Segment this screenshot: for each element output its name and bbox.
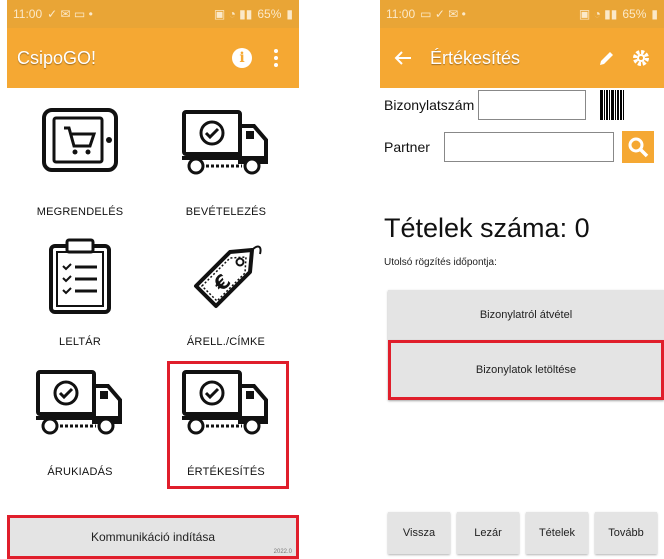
- partner-row: Partner: [384, 131, 654, 163]
- truck-check-icon: [36, 370, 122, 435]
- battery-level: 65%: [257, 7, 282, 21]
- right-phone-screen: 11:00 ▭ ✓ ✉ • ▣ ◔ ▮▮ 65% ▮ Értékesítés B…: [380, 0, 664, 559]
- battery-icon: ▮: [286, 7, 293, 21]
- button-label: Bizonylatok letöltése: [475, 364, 577, 376]
- notification-icons: ▭ ✓ ✉ •: [420, 7, 466, 21]
- tile-arell-cimke[interactable]: € ÁRELL./CÍMKE: [153, 218, 299, 348]
- tile-arukiadas[interactable]: ÁRUKIADÁS: [7, 348, 153, 478]
- battery-level: 65%: [622, 7, 647, 21]
- version-text: 2022.0: [273, 549, 292, 555]
- button-label: Tételek: [538, 527, 576, 539]
- next-button[interactable]: Tovább: [595, 512, 657, 554]
- doc-number-label: Bizonylatszám: [384, 97, 475, 113]
- button-label: Lezár: [474, 527, 502, 539]
- from-document-button[interactable]: Bizonylatról átvétel: [388, 290, 664, 340]
- tile-bevetelezes[interactable]: BEVÉTELEZÉS: [153, 88, 299, 218]
- tablet-cart-icon: [42, 108, 118, 172]
- truck-check-icon: [182, 110, 268, 175]
- clipboard-list-icon: [49, 238, 111, 314]
- info-icon[interactable]: i: [229, 45, 255, 71]
- signal-icons: ▣ ◔ ▮▮: [213, 7, 253, 21]
- gear-icon[interactable]: [628, 45, 654, 71]
- start-communication-button[interactable]: Kommunikáció indítása 2022.0: [7, 515, 299, 559]
- button-label: Tovább: [608, 527, 644, 539]
- screen-title: Értékesítés: [430, 47, 521, 68]
- tile-megrendeles[interactable]: MEGRENDELÉS: [7, 88, 153, 218]
- last-record-label: Utolsó rögzítés időpontja:: [384, 257, 497, 268]
- status-bar: 11:00 ▭ ✓ ✉ • ▣ ◔ ▮▮ 65% ▮: [380, 0, 664, 28]
- doc-number-input[interactable]: [478, 90, 587, 120]
- tile-label: LELTÁR: [59, 336, 101, 348]
- status-bar: 11:00 ✓ ✉ ▭ • ▣ ◔ ▮▮ 65% ▮: [7, 0, 299, 28]
- items-button[interactable]: Tételek: [526, 512, 588, 554]
- menu-grid: MEGRENDELÉS BEVÉTELEZÉS LELTÁR € ÁRELL./…: [7, 88, 299, 500]
- tile-label: ÁRUKIADÁS: [47, 466, 113, 478]
- app-title: CsipoGO!: [17, 47, 97, 68]
- doc-number-row: Bizonylatszám: [384, 90, 625, 120]
- barcode-icon[interactable]: [600, 90, 625, 120]
- price-tag-euro-icon: €: [194, 245, 262, 308]
- highlight-box: [167, 361, 289, 489]
- button-label: Kommunikáció indítása: [90, 530, 216, 544]
- status-time: 11:00: [386, 7, 416, 21]
- partner-input[interactable]: [443, 132, 614, 162]
- back-button[interactable]: Vissza: [388, 512, 450, 554]
- pencil-icon[interactable]: [594, 45, 620, 71]
- download-documents-button[interactable]: Bizonylatok letöltése: [388, 340, 664, 400]
- tile-label: MEGRENDELÉS: [36, 206, 124, 218]
- status-time: 11:00: [13, 7, 43, 21]
- left-phone-screen: 11:00 ✓ ✉ ▭ • ▣ ◔ ▮▮ 65% ▮ CsipoGO! i ME…: [7, 0, 299, 559]
- more-vert-icon[interactable]: [263, 45, 289, 71]
- partner-label: Partner: [384, 139, 430, 155]
- tile-label: ÁRELL./CÍMKE: [186, 336, 266, 348]
- button-label: Vissza: [402, 527, 436, 539]
- item-count: Tételek száma: 0: [384, 213, 590, 243]
- button-label: Bizonylatról átvétel: [479, 309, 573, 321]
- arrow-back-icon[interactable]: [390, 45, 416, 71]
- tile-leltar[interactable]: LELTÁR: [7, 218, 153, 348]
- notification-icons: ✓ ✉ ▭ •: [47, 7, 93, 21]
- close-button[interactable]: Lezár: [457, 512, 519, 554]
- app-bar: Értékesítés: [380, 28, 664, 88]
- search-icon[interactable]: [621, 131, 654, 163]
- tile-label: BEVÉTELEZÉS: [185, 206, 267, 218]
- app-bar: CsipoGO! i: [7, 28, 299, 88]
- signal-icons: ▣ ◔ ▮▮: [578, 7, 618, 21]
- battery-icon: ▮: [651, 7, 658, 21]
